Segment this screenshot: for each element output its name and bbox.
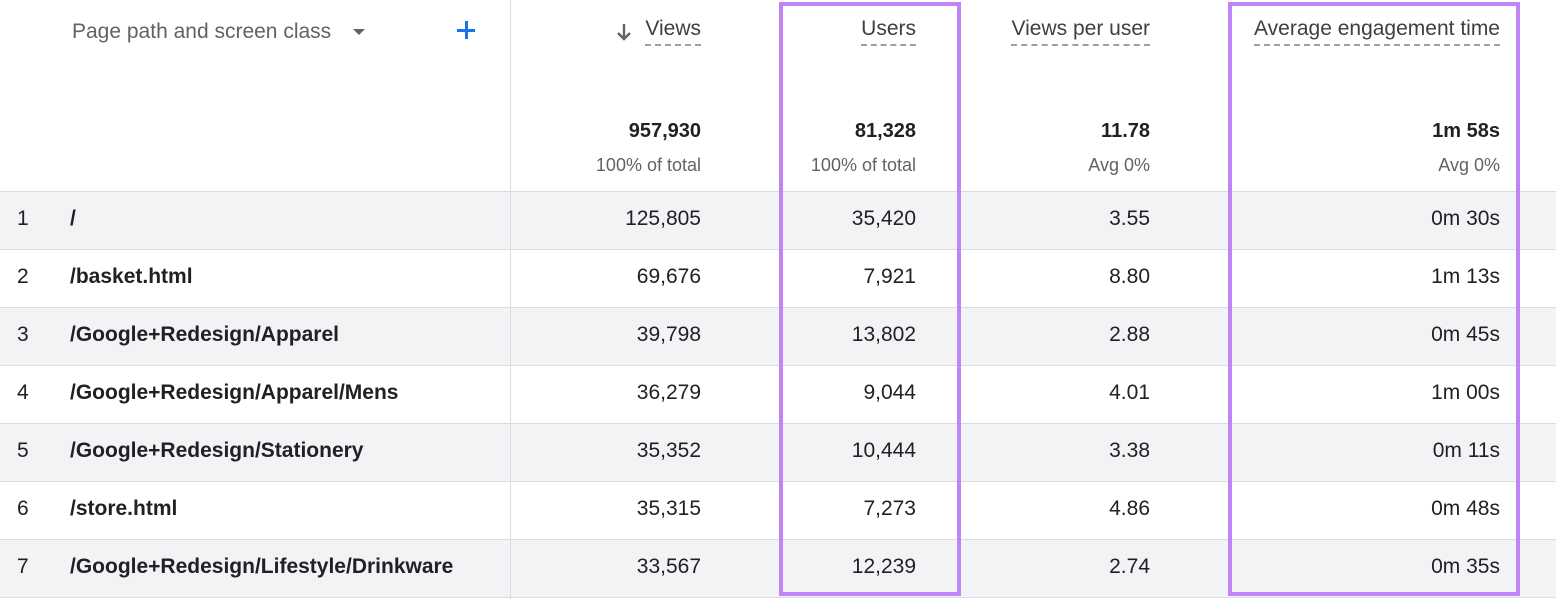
- column-divider: [510, 0, 511, 599]
- row-views: 33,567: [636, 555, 701, 578]
- row-index: 2: [17, 265, 29, 288]
- total-views-per-user-sub: Avg 0%: [1088, 155, 1150, 175]
- total-views-per-user: 11.78: [1101, 120, 1150, 142]
- row-views: 125,805: [625, 207, 701, 230]
- row-page-path: /Google+Redesign/Apparel/Mens: [70, 381, 399, 404]
- caret-down-icon[interactable]: [353, 29, 366, 35]
- row-index: 7: [17, 555, 29, 578]
- row-page-path: /Google+Redesign/Lifestyle/Drinkware: [70, 555, 454, 578]
- row-views: 35,352: [636, 439, 701, 462]
- row-views-per-user: 2.74: [1109, 555, 1150, 578]
- row-views-per-user: 4.86: [1109, 497, 1150, 520]
- row-views-per-user: 8.80: [1109, 265, 1150, 288]
- arrow-down-icon: [615, 22, 633, 42]
- dimension-label: Page path and screen class: [72, 20, 332, 43]
- row-page-path: /Google+Redesign/Apparel: [70, 323, 339, 346]
- row-views-per-user: 4.01: [1109, 381, 1150, 404]
- col-header-views-per-user[interactable]: Views per user: [1011, 17, 1150, 46]
- row-index: 3: [17, 323, 29, 346]
- row-views: 35,315: [636, 497, 701, 520]
- row-views: 39,798: [636, 323, 701, 346]
- plus-icon[interactable]: [454, 18, 478, 42]
- users-column-highlight: [779, 2, 961, 596]
- row-page-path: /: [70, 207, 76, 230]
- row-page-path: /basket.html: [70, 265, 193, 288]
- report-table: Page path and screen class Views Users V…: [0, 0, 1556, 599]
- col-header-label: Views: [645, 17, 701, 46]
- row-index: 4: [17, 381, 29, 404]
- total-views-sub: 100% of total: [595, 155, 701, 175]
- row-page-path: /store.html: [70, 497, 178, 520]
- col-header-views[interactable]: Views: [615, 17, 701, 46]
- row-index: 5: [17, 439, 29, 462]
- row-divider: [0, 597, 1556, 598]
- row-page-path: /Google+Redesign/Stationery: [70, 439, 364, 462]
- row-views: 36,279: [636, 381, 701, 404]
- avg-engagement-column-highlight: [1228, 2, 1520, 596]
- dimension-selector[interactable]: Page path and screen class: [72, 20, 366, 44]
- row-views: 69,676: [636, 265, 701, 288]
- row-index: 1: [17, 207, 29, 230]
- col-header-label: Views per user: [1011, 17, 1150, 46]
- total-views: 957,930: [628, 120, 701, 142]
- row-index: 6: [17, 497, 29, 520]
- row-views-per-user: 3.55: [1109, 207, 1150, 230]
- row-views-per-user: 3.38: [1109, 439, 1150, 462]
- row-views-per-user: 2.88: [1109, 323, 1150, 346]
